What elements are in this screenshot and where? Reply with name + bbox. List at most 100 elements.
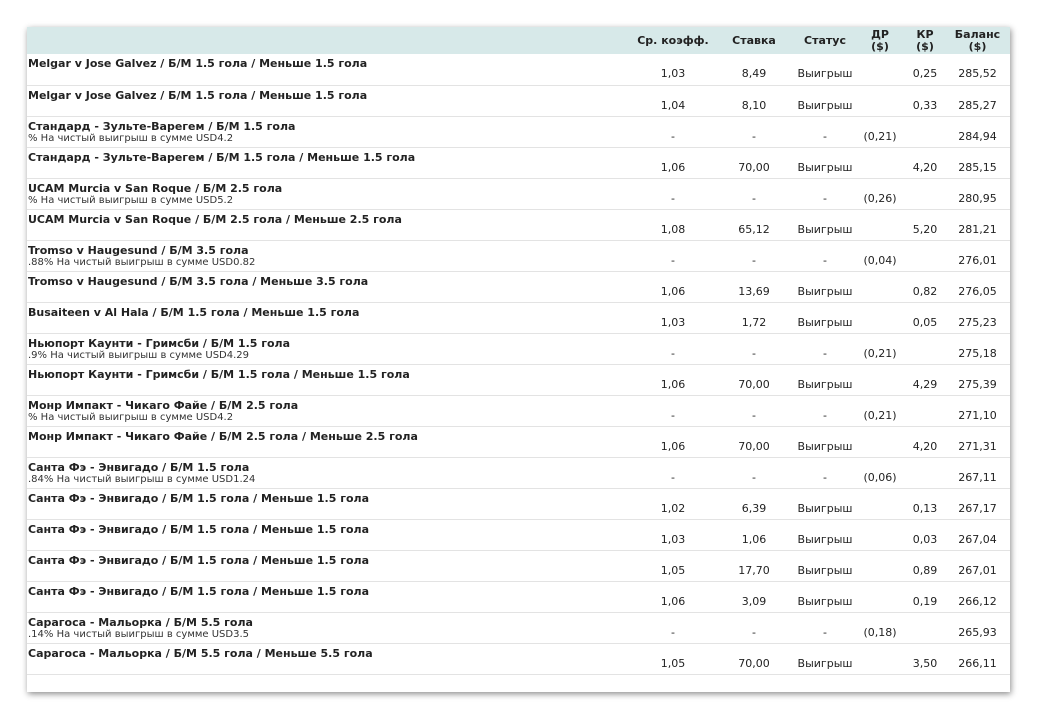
kr-cell: 0,82 [912,284,938,298]
stake-cell: 1,72 [741,315,767,329]
odds-cell: 1,02 [660,501,686,515]
odds-cell: 1,06 [660,594,686,608]
header-row: Ср. коэфф. Ставка Статус ДР ($) КР ($) Бал… [27,27,1010,54]
balance-cell: 266,12 [958,594,997,608]
status-cell: Выигрыш [797,315,853,329]
bet-description: UCAM Murcia v San Roque / Б/М 2.5 гола% … [27,178,633,209]
dr-cell: (0,21) [863,346,897,360]
table-row[interactable]: Санта Фэ - Энвигадо / Б/М 1.5 гола / Мен… [27,519,1010,550]
table-row[interactable]: UCAM Murcia v San Roque / Б/М 2.5 гола% … [27,178,1010,209]
header-dr-unit: ($) [871,39,889,53]
bet-title: Монр Импакт - Чикаго Файе / Б/М 2.5 гола… [28,429,418,443]
table-row[interactable]: UCAM Murcia v San Roque / Б/М 2.5 гола /… [27,209,1010,240]
balance-cell: 285,15 [958,160,997,174]
table-row[interactable]: Melgar v Jose Galvez / Б/М 1.5 гола / Ме… [27,85,1010,116]
balance-cell: 281,21 [958,222,997,236]
bet-description: Сарагоса - Мальорка / Б/М 5.5 гола .14% Н… [27,612,633,643]
stake-cell: 70,00 [738,377,770,391]
bet-description: Санта Фэ - Энвигадо / Б/М 1.5 гола / Мен… [27,550,633,581]
table-row[interactable]: Стандард - Зульте-Варегем / Б/М 1.5 гола… [27,147,1010,178]
table-row[interactable]: Melgar v Jose Galvez / Б/М 1.5 гола / Ме… [27,54,1010,85]
header-status-label: Статус [804,33,846,47]
header-dr[interactable]: ДР ($) [855,27,905,54]
header-stake[interactable]: Ставка [713,27,795,54]
balance-cell: 265,93 [958,625,997,639]
balance-cell: 276,01 [958,253,997,267]
header-status[interactable]: Статус [795,27,855,54]
bet-description: Melgar v Jose Galvez / Б/М 1.5 гола / Ме… [27,54,633,85]
bet-title: Сарагоса - Мальорка / Б/М 5.5 гола [28,615,253,629]
table-row[interactable]: Стандард - Зульте-Варегем / Б/М 1.5 гола… [27,116,1010,147]
status-cell: Выигрыш [797,284,853,298]
bet-description: Сарагоса - Мальорка / Б/М 5.5 гола / Мен… [27,643,633,674]
dr-cell [855,488,905,519]
bet-description: Ньюпорт Каунти - Гримсби / Б/М 1.5 гола.… [27,333,633,364]
status-cell: Выигрыш [797,501,853,515]
odds-cell: 1,03 [660,67,686,81]
balance-cell: 275,23 [958,315,997,329]
table-row[interactable]: Монр Импакт - Чикаго Файе / Б/М 2.5 гола… [27,395,1010,426]
bet-subtitle: .84% На чистый выигрыш в сумме USD1.24 [28,473,256,485]
odds-cell: 1,06 [660,284,686,298]
status-cell: Выигрыш [797,98,853,112]
bet-title: Сарагоса - Мальорка / Б/М 5.5 гола / Мен… [28,646,373,660]
bet-title: Санта Фэ - Энвигадо / Б/М 1.5 гола [28,460,250,474]
header-odds[interactable]: Ср. коэфф. [633,27,713,54]
table-row[interactable]: Ньюпорт Каунти - Гримсби / Б/М 1.5 гола.… [27,333,1010,364]
dr-cell [855,54,905,85]
odds-cell: - [671,129,675,143]
dr-cell [855,209,905,240]
table-row[interactable]: Санта Фэ - Энвигадо / Б/М 1.5 гола / Мен… [27,550,1010,581]
table-row[interactable]: Ньюпорт Каунти - Гримсби / Б/М 1.5 гола … [27,364,1010,395]
bet-title: Стандард - Зульте-Варегем / Б/М 1.5 гола… [28,150,416,164]
kr-cell: 0,03 [912,532,938,546]
kr-cell [905,178,945,209]
table-row[interactable]: Tromso v Haugesund / Б/М 3.5 гола .88% На… [27,240,1010,271]
odds-cell: 1,03 [660,315,686,329]
table-row[interactable]: Санта Фэ - Энвигадо / Б/М 1.5 гола .84% Н… [27,457,1010,488]
dr-cell [855,271,905,302]
odds-cell: 1,05 [660,563,686,577]
table-row[interactable]: Монр Импакт - Чикаго Файе / Б/М 2.5 гола… [27,426,1010,457]
balance-cell: 284,94 [958,129,997,143]
dr-cell [855,364,905,395]
bet-description: Монр Импакт - Чикаго Файе / Б/М 2.5 гола… [27,395,633,426]
status-cell: Выигрыш [797,222,853,236]
header-balance[interactable]: Баланс ($) [945,27,1010,54]
table-row[interactable]: Сарагоса - Мальорка / Б/М 5.5 гола / Мен… [27,643,1010,674]
table-row[interactable]: Санта Фэ - Энвигадо / Б/М 1.5 гола / Мен… [27,581,1010,612]
balance-cell: 267,01 [958,563,997,577]
table-row[interactable]: Busaiteen v Al Hala / Б/М 1.5 гола / Мен… [27,302,1010,333]
status-cell: Выигрыш [797,594,853,608]
bet-description: Монр Импакт - Чикаго Файе / Б/М 2.5 гола… [27,426,633,457]
status-cell: - [823,625,827,639]
bet-description: Санта Фэ - Энвигадо / Б/М 1.5 гола / Мен… [27,581,633,612]
table-body: Melgar v Jose Galvez / Б/М 1.5 гола / Ме… [27,54,1010,674]
bet-title: UCAM Murcia v San Roque / Б/М 2.5 гола /… [28,212,402,226]
bet-title: Melgar v Jose Galvez / Б/М 1.5 гола / Ме… [28,57,368,70]
balance-cell: 285,27 [958,98,997,112]
odds-cell: 1,06 [660,439,686,453]
bet-title: Санта Фэ - Энвигадо / Б/М 1.5 гола / Мен… [28,584,369,598]
balance-cell: 275,18 [958,346,997,360]
header-odds-label: Ср. коэфф. [637,33,709,47]
table-row[interactable]: Санта Фэ - Энвигадо / Б/М 1.5 гола / Мен… [27,488,1010,519]
kr-cell [905,333,945,364]
table-row[interactable]: Сарагоса - Мальорка / Б/М 5.5 гола .14% Н… [27,612,1010,643]
bet-description: Стандард - Зульте-Варегем / Б/М 1.5 гола… [27,147,633,178]
stake-cell: 8,49 [741,67,767,81]
balance-cell: 266,11 [958,656,997,670]
bet-title: Tromso v Haugesund / Б/М 3.5 гола / Мень… [28,274,369,288]
stake-cell: 6,39 [741,501,767,515]
balance-cell: 267,11 [958,470,997,484]
stake-cell: 17,70 [738,563,770,577]
table-row[interactable]: Tromso v Haugesund / Б/М 3.5 гола / Мень… [27,271,1010,302]
dr-cell [855,426,905,457]
bet-description: Санта Фэ - Энвигадо / Б/М 1.5 гола / Мен… [27,519,633,550]
header-kr[interactable]: КР ($) [905,27,945,54]
kr-cell: 0,25 [912,67,938,81]
odds-cell: 1,06 [660,160,686,174]
bet-description: Busaiteen v Al Hala / Б/М 1.5 гола / Мен… [27,302,633,333]
dr-cell [855,85,905,116]
stake-cell: 13,69 [738,284,770,298]
